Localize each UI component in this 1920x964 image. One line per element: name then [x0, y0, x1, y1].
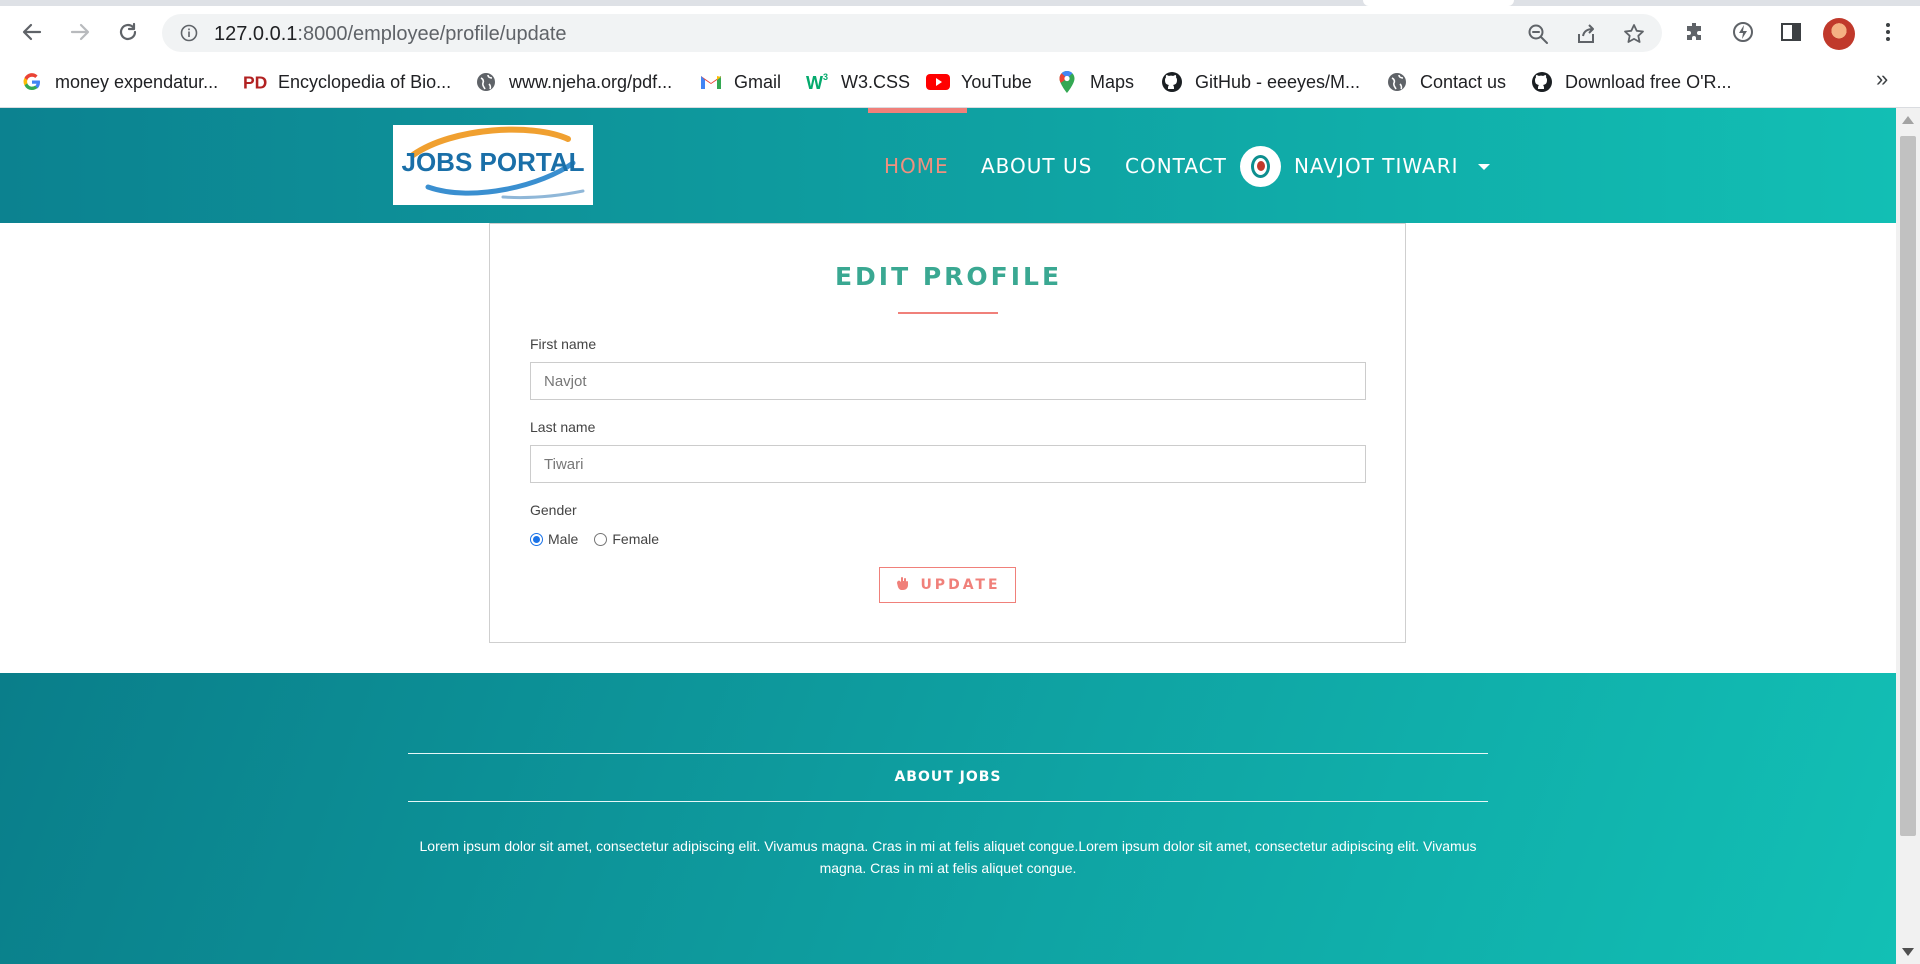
bookmark-item[interactable]: Gmail: [699, 68, 781, 96]
page-title: EDIT PROFILE: [834, 262, 1063, 291]
bookmark-label: Contact us: [1420, 71, 1507, 92]
last-name-label: Last name: [530, 419, 596, 435]
bookmarks-overflow-button[interactable]: »: [1876, 66, 1888, 92]
svg-text:3: 3: [823, 72, 828, 82]
google-icon: [20, 70, 44, 94]
share-icon[interactable]: [1575, 23, 1597, 45]
scroll-up-icon[interactable]: [1902, 116, 1914, 124]
bookmark-item[interactable]: www.njeha.org/pdf...: [474, 68, 672, 96]
menu-kebab-icon[interactable]: [1876, 20, 1900, 44]
update-button[interactable]: UPDATE: [879, 567, 1016, 603]
youtube-icon: [926, 70, 950, 94]
globe-icon: [474, 70, 498, 94]
bookmark-item[interactable]: Maps: [1055, 68, 1134, 96]
zoom-icon[interactable]: [1527, 23, 1549, 45]
bookmark-label: Encyclopedia of Bio...: [278, 71, 452, 92]
nav-active-indicator: [868, 108, 967, 113]
bookmarks-bar: money expendatur... PD Encyclopedia of B…: [0, 58, 1920, 108]
page-viewport: JOBS PORTAL HOME ABOUT US CONTACT NAVJOT…: [0, 108, 1896, 964]
nav-user-dropdown[interactable]: NAVJOT TIWARI: [1294, 154, 1459, 178]
bookmark-item[interactable]: YouTube: [926, 68, 1032, 96]
footer-divider-top: [408, 753, 1488, 754]
browser-toolbar: 127.0.0.1:8000/employee/profile/update: [0, 6, 1920, 58]
gender-male-radio[interactable]: [530, 532, 543, 546]
site-info-icon[interactable]: [180, 24, 198, 42]
url-text[interactable]: 127.0.0.1:8000/employee/profile/update: [214, 23, 567, 46]
hand-icon: [894, 575, 910, 596]
gender-female-radio[interactable]: [594, 532, 608, 546]
gender-female-label[interactable]: Female: [612, 531, 659, 547]
url-path: :8000/employee/profile/update: [297, 23, 567, 45]
scroll-down-icon[interactable]: [1902, 948, 1914, 956]
bookmark-label: YouTube: [961, 71, 1032, 92]
bookmark-label: www.njeha.org/pdf...: [509, 71, 673, 92]
bookmark-label: GitHub - eeeyes/M...: [1195, 71, 1361, 92]
back-icon[interactable]: [18, 18, 46, 46]
url-host: 127.0.0.1: [214, 23, 298, 45]
edit-profile-card: EDIT PROFILE First name Last name Gender…: [489, 223, 1406, 643]
bookmark-star-icon[interactable]: [1623, 23, 1645, 45]
footer-title: ABOUT JOBS: [894, 769, 1002, 785]
bookmark-label: Gmail: [734, 71, 782, 92]
github-icon: [1530, 70, 1554, 94]
bookmark-item[interactable]: PD Encyclopedia of Bio...: [243, 68, 451, 96]
site-header: JOBS PORTAL HOME ABOUT US CONTACT NAVJOT…: [0, 108, 1896, 223]
svg-text:W: W: [806, 73, 823, 93]
gender-radio-group: Male Female: [530, 531, 659, 547]
last-name-field[interactable]: [530, 445, 1366, 483]
pd-icon: PD: [243, 70, 267, 94]
globe-icon: [1385, 70, 1409, 94]
bookmark-item[interactable]: Download free O'R...: [1530, 68, 1732, 96]
nav-about-us[interactable]: ABOUT US: [981, 154, 1092, 178]
address-bar[interactable]: 127.0.0.1:8000/employee/profile/update: [162, 14, 1662, 52]
nav-home[interactable]: HOME: [884, 154, 949, 178]
footer-text: Lorem ipsum dolor sit amet, consectetur …: [419, 838, 1477, 876]
bookmark-label: money expendatur...: [55, 71, 219, 92]
bookmark-item[interactable]: money expendatur...: [20, 68, 218, 96]
update-button-label: UPDATE: [920, 577, 1001, 593]
gender-male-label[interactable]: Male: [548, 531, 578, 547]
footer-divider-bottom: [408, 801, 1488, 802]
jobs-portal-logo[interactable]: JOBS PORTAL: [393, 125, 593, 205]
bookmark-label: Download free O'R...: [1565, 71, 1732, 92]
github-icon: [1160, 70, 1184, 94]
profile-avatar[interactable]: [1823, 18, 1855, 50]
first-name-field[interactable]: [530, 362, 1366, 400]
title-underline: [898, 312, 998, 314]
forward-icon[interactable]: [66, 18, 94, 46]
side-panel-icon[interactable]: [1779, 20, 1803, 44]
reload-icon[interactable]: [114, 18, 142, 46]
user-avatar[interactable]: [1240, 146, 1281, 187]
bookmark-label: Maps: [1090, 71, 1135, 92]
site-footer: ABOUT JOBS Lorem ipsum dolor sit amet, c…: [0, 673, 1896, 964]
svg-text:PD: PD: [243, 72, 267, 92]
bookmark-item[interactable]: Contact us: [1385, 68, 1506, 96]
performance-icon[interactable]: [1731, 20, 1755, 44]
bookmark-item[interactable]: GitHub - eeeyes/M...: [1160, 68, 1360, 96]
user-avatar-dot: [1257, 161, 1265, 171]
page-scrollbar[interactable]: [1896, 108, 1920, 964]
maps-icon: [1055, 70, 1079, 94]
first-name-label: First name: [530, 336, 597, 352]
gmail-icon: [699, 70, 723, 94]
gender-label: Gender: [530, 502, 577, 518]
w3-icon: W3: [806, 70, 830, 94]
extensions-icon[interactable]: [1683, 20, 1707, 44]
chevron-down-icon[interactable]: [1478, 164, 1490, 170]
bookmark-label: W3.CSS: [841, 71, 911, 92]
nav-contact[interactable]: CONTACT: [1125, 154, 1227, 178]
scrollbar-thumb[interactable]: [1900, 136, 1916, 836]
logo-text: JOBS PORTAL: [401, 147, 585, 177]
bookmark-item[interactable]: W3 W3.CSS: [806, 68, 910, 96]
